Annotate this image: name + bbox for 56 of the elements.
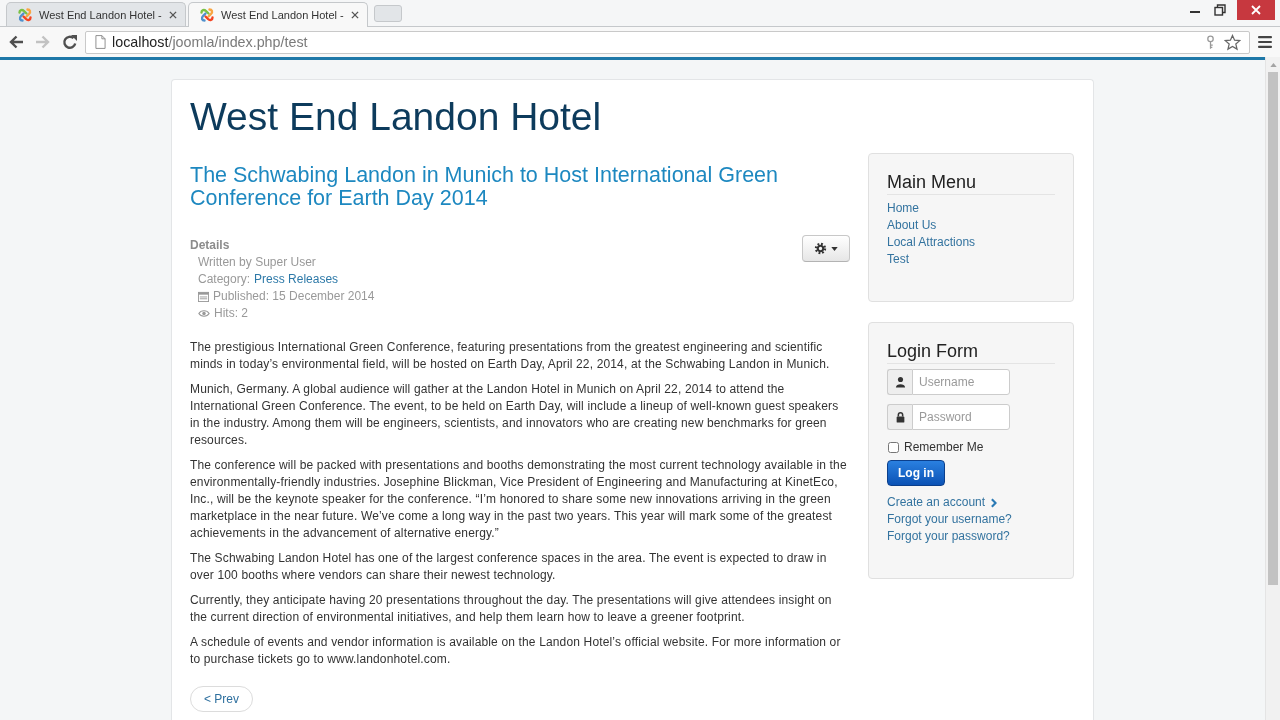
- gear-icon: [814, 242, 827, 255]
- hits-count: Hits: 2: [214, 305, 248, 322]
- module-title: Main Menu: [887, 172, 1055, 195]
- username-field[interactable]: Username: [912, 369, 1010, 395]
- browser-tab[interactable]: West End Landon Hotel -: [6, 2, 186, 26]
- article-paragraph: The Schwabing Landon Hotel has one of the largest conference spaces in the area. The event is expected to draw in over 100 booths where vendors can share their newest technology.: [190, 550, 828, 584]
- author-text: Written by Super User: [198, 254, 316, 271]
- remember-checkbox[interactable]: [888, 441, 899, 453]
- browser-tab[interactable]: West End Landon Hotel -: [188, 2, 368, 27]
- remember-label: Remember Me: [904, 440, 984, 454]
- key-icon[interactable]: [1206, 34, 1215, 50]
- scrollbar-thumb[interactable]: [1268, 72, 1278, 585]
- menu-link[interactable]: About Us: [887, 217, 937, 234]
- article-paragraph: The prestigious International Green Conference, featuring presentations from the greatest engineering and scientific minds in today’s environmental field, will be hosted on Earth Day, April 22, 2014, at the Schwabing Landon in Munich.: [190, 339, 831, 373]
- details-heading: Details: [190, 237, 231, 254]
- logo-icon: [17, 6, 33, 23]
- menu-link[interactable]: Local Attractions: [887, 234, 976, 251]
- scrollbar[interactable]: [1265, 57, 1280, 720]
- eye-icon: [198, 309, 210, 318]
- article-paragraph: A schedule of events and vendor information is available on the Landon Hotel’s official website. For more information or to purchase tickets go to www.landonhotel.com.: [190, 634, 842, 668]
- forgot-link[interactable]: Forgot your username?: [887, 511, 1012, 528]
- category-label: Category:: [198, 271, 251, 288]
- user-icon: [887, 369, 912, 395]
- close-button[interactable]: [1237, 0, 1275, 20]
- back-arrow-icon[interactable]: [8, 34, 24, 50]
- article-paragraph: The conference will be packed with presentations and booths demonstrating the most current technology available in the environmentally-friendly industries. Josephine Blickman, Vice President of Engineering and Manufacturing at KinetEco, Inc., will be the keynote speaker for the conference. “I’m honored to share some new innovations arriving in the green marketplace in the near future. We’ve come a long way in the past two years. This year will mark some of the greatest achievements in the advancement of alternative energy.”: [190, 457, 848, 542]
- star-icon[interactable]: [1224, 33, 1241, 51]
- logo-icon: [199, 7, 215, 23]
- category-link[interactable]: Press Releases: [254, 271, 339, 288]
- create-account-link[interactable]: Create an account: [887, 494, 986, 511]
- lock-icon: [887, 404, 912, 430]
- article-paragraph: Munich, Germany. A global audience will gather at the Landon Hotel in Munich on April 22, 2014 to attend the International Green Conference. The event, to be held on Earth Day, will include a lineup of well-known guest speakers in the industry. Among them will be engineers, scientists, and innovators who are creating new benchmarks for green resources.: [190, 381, 840, 449]
- restore-icon[interactable]: [1214, 4, 1226, 16]
- login-button[interactable]: Log in: [887, 460, 945, 486]
- site-title: West End Landon Hotel: [190, 94, 603, 140]
- forgot-link[interactable]: Forgot your password?: [887, 528, 1010, 545]
- menu-link[interactable]: Home: [887, 200, 919, 217]
- menu-icon[interactable]: [1258, 36, 1272, 48]
- gear-button[interactable]: [802, 235, 850, 262]
- url-text: localhost/joomla/index.php/test: [112, 34, 308, 50]
- chevron-right-icon: [990, 497, 998, 508]
- published-date: Published: 15 December 2014: [213, 288, 375, 305]
- address-field[interactable]: localhost/joomla/index.php/test: [85, 30, 1250, 54]
- close-icon[interactable]: [351, 11, 359, 19]
- article-title[interactable]: The Schwabing Landon in Munich to Host International Green Conference for Earth Day 2014: [190, 164, 850, 210]
- calendar-icon: [198, 291, 209, 302]
- caret-icon: [831, 246, 838, 251]
- password-field[interactable]: Password: [912, 404, 1010, 430]
- article-paragraph: Currently, they anticipate having 20 presentations throughout the day. The presentations will give attendees insight on the current direction of environmental initiatives, and help them learn how to leave a greener footprint.: [190, 592, 833, 626]
- page-icon: [95, 35, 106, 49]
- menu-link[interactable]: Test: [887, 251, 909, 268]
- module-title: Login Form: [887, 341, 1055, 364]
- close-icon[interactable]: [169, 10, 177, 19]
- prev-button[interactable]: < Prev: [190, 686, 253, 712]
- close-icon: [1251, 5, 1261, 15]
- reload-icon[interactable]: [62, 34, 78, 50]
